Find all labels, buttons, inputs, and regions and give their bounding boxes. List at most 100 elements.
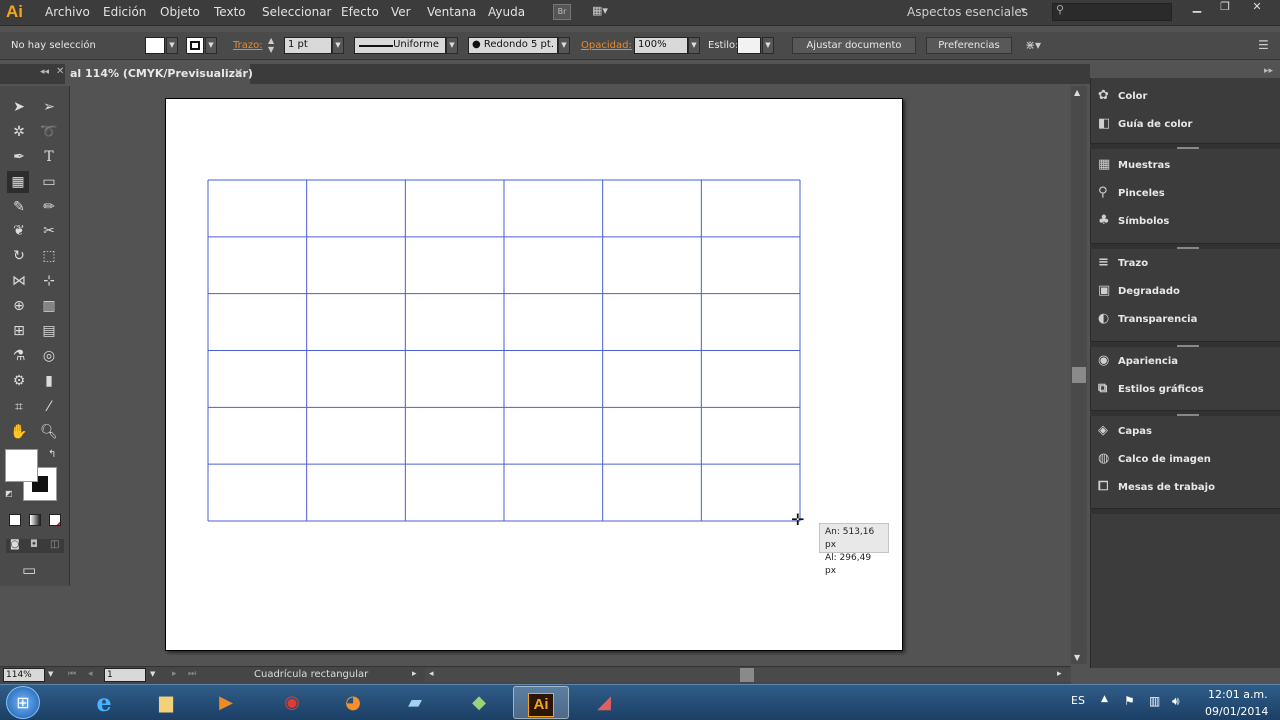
expand-panels-icon[interactable]: ▸▸ — [1264, 66, 1273, 76]
panel-grip-icon[interactable] — [1177, 147, 1199, 149]
menu-efecto[interactable]: Efecto — [341, 5, 379, 19]
last-artboard-icon[interactable]: ⏭ — [188, 669, 196, 679]
arrange-documents-icon[interactable]: ▦▾ — [592, 4, 620, 20]
direct-selection-tool-icon[interactable]: ➢ — [38, 96, 60, 118]
fill-swatch[interactable] — [145, 37, 165, 54]
panel-menu-icon[interactable]: ☰ — [1258, 38, 1269, 52]
chevron-down-icon[interactable]: ▾ — [1021, 6, 1026, 16]
stroke-weight-field[interactable]: 1 pt — [284, 37, 332, 54]
color-mode-icon[interactable] — [9, 514, 21, 526]
menu-texto[interactable]: Texto — [214, 5, 246, 19]
align-options-icon[interactable]: ⋇▾ — [1025, 38, 1041, 52]
opacity-dropdown-icon[interactable]: ▼ — [688, 37, 700, 54]
horizontal-scroll-thumb[interactable] — [740, 668, 754, 682]
network-icon[interactable]: ▥ — [1149, 694, 1160, 708]
opacity-label[interactable]: Opacidad: — [581, 40, 632, 51]
style-dropdown-icon[interactable]: ▼ — [762, 37, 774, 54]
brush-dropdown-icon[interactable]: ▼ — [558, 37, 570, 54]
media-player-icon[interactable]: ▶ — [198, 686, 254, 719]
panel-graphic-styles[interactable]: ⧉ Estilos gráficos — [1098, 381, 1278, 403]
panel-color-guide[interactable]: ◧ Guía de color — [1098, 116, 1278, 138]
rectangle-tool-icon[interactable]: ▭ — [38, 171, 60, 193]
scroll-up-icon[interactable]: ▲ — [1074, 88, 1080, 97]
previous-artboard-icon[interactable]: ◂ — [88, 669, 93, 679]
panel-color[interactable]: ✿ Color — [1098, 88, 1278, 110]
slice-tool-icon[interactable]: ⁄ — [38, 396, 60, 418]
zoom-dropdown-icon[interactable]: ▼ — [48, 670, 53, 678]
width-tool-icon[interactable]: ⋈ — [8, 270, 30, 292]
fill-color-box-front[interactable] — [5, 449, 38, 482]
artboard-number-field[interactable]: 1 — [104, 668, 146, 682]
shape-builder-tool-icon[interactable]: ⊕ — [8, 295, 30, 317]
stroke-profile-dropdown-icon[interactable]: ▼ — [446, 37, 458, 54]
scroll-right-icon[interactable]: ▸ — [1057, 669, 1062, 679]
volume-icon[interactable]: 🔊︎ — [1172, 694, 1180, 709]
artboard[interactable] — [165, 98, 903, 651]
collapse-panel-icon[interactable]: ◂◂ — [40, 67, 49, 77]
none-mode-icon[interactable] — [49, 514, 61, 526]
default-colors-icon[interactable]: ◩ — [5, 489, 13, 498]
menu-ver[interactable]: Ver — [391, 5, 411, 19]
panel-grip-icon[interactable] — [1177, 247, 1199, 249]
menu-seleccionar[interactable]: Seleccionar — [262, 5, 331, 19]
mesh-tool-icon[interactable]: ⊞ — [8, 320, 30, 342]
search-input[interactable] — [1052, 3, 1172, 21]
minimize-icon[interactable]: ▁ — [1183, 0, 1211, 14]
panel-grip-icon[interactable] — [1177, 414, 1199, 416]
action-center-icon[interactable]: ⚑ — [1124, 694, 1135, 708]
pencil-tool-icon[interactable]: ✏ — [38, 196, 60, 218]
draw-behind-icon[interactable]: ◘ — [30, 539, 38, 550]
firefox-icon[interactable]: ◕ — [325, 686, 381, 719]
panel-grip-icon[interactable] — [1177, 345, 1199, 347]
scroll-down-icon[interactable]: ▼ — [1074, 653, 1080, 662]
eyedropper-tool-icon[interactable]: ⚗ — [8, 345, 30, 367]
camtasia-icon[interactable]: ◆ — [451, 686, 507, 719]
free-transform-tool-icon[interactable]: ⊹ — [38, 270, 60, 292]
stroke-profile-select[interactable]: Uniforme — [354, 37, 446, 54]
panel-transparency[interactable]: ◐ Transparencia — [1098, 311, 1278, 333]
stroke-dropdown-icon[interactable]: ▼ — [205, 37, 217, 54]
selection-tool-icon[interactable]: ➤ — [8, 96, 30, 118]
zoom-tool-icon[interactable]: 🔍︎ — [38, 421, 60, 443]
stroke-swatch[interactable] — [186, 37, 204, 54]
symbol-sprayer-tool-icon[interactable]: ⚙ — [8, 370, 30, 392]
magic-wand-tool-icon[interactable]: ✲ — [8, 121, 30, 143]
file-explorer-icon[interactable]: ▆ — [138, 686, 194, 719]
draw-normal-icon[interactable]: ◙ — [10, 539, 20, 550]
panel-layers[interactable]: ◈ Capas — [1098, 423, 1278, 445]
stroke-weight-dropdown-icon[interactable]: ▼ — [332, 37, 344, 54]
recorder-icon[interactable]: ◢ — [576, 686, 632, 719]
zoom-field[interactable]: 114% — [3, 668, 45, 682]
panel-swatches[interactable]: ▦ Muestras — [1098, 157, 1278, 179]
stroke-label[interactable]: Trazo: — [233, 40, 263, 51]
hand-tool-icon[interactable]: ✋ — [8, 421, 30, 443]
menu-edicion[interactable]: Edición — [103, 5, 146, 19]
show-hidden-icons-icon[interactable]: ▲ — [1101, 694, 1108, 704]
menu-objeto[interactable]: Objeto — [160, 5, 200, 19]
panel-artboards[interactable]: ⧠ Mesas de trabajo — [1098, 479, 1278, 501]
opacity-field[interactable]: 100% — [634, 37, 688, 54]
adjust-document-button[interactable]: Ajustar documento — [792, 37, 916, 54]
close-icon[interactable]: ✕ — [1243, 0, 1271, 14]
draw-inside-icon[interactable]: ◫ — [50, 539, 59, 550]
panel-gradient[interactable]: ▣ Degradado — [1098, 283, 1278, 305]
panel-image-trace[interactable]: ◍ Calco de imagen — [1098, 451, 1278, 473]
preferences-button[interactable]: Preferencias — [926, 37, 1012, 54]
next-artboard-icon[interactable]: ▸ — [172, 669, 177, 679]
menu-ayuda[interactable]: Ayuda — [488, 5, 525, 19]
artboard-dropdown-icon[interactable]: ▼ — [150, 670, 155, 678]
swap-colors-icon[interactable]: ↰ — [48, 449, 56, 460]
brush-select[interactable]: ● Redondo 5 pt. — [468, 37, 558, 54]
restore-icon[interactable]: ❐ — [1211, 0, 1239, 14]
scissors-tool-icon[interactable]: ✂ — [38, 220, 60, 242]
stepper-icon[interactable]: ▲ ▼ — [268, 36, 274, 54]
close-tools-icon[interactable]: ✕ — [56, 66, 64, 77]
fill-dropdown-icon[interactable]: ▼ — [166, 37, 178, 54]
blob-brush-tool-icon[interactable]: ❦ — [8, 220, 30, 242]
type-tool-icon[interactable]: T — [38, 146, 60, 168]
rotate-tool-icon[interactable]: ↻ — [8, 245, 30, 267]
notes-app-icon[interactable]: ▰ — [387, 686, 443, 719]
clock-time[interactable]: 12:01 a.m. — [1208, 688, 1268, 701]
menu-ventana[interactable]: Ventana — [427, 5, 476, 19]
rectangular-grid-tool-icon[interactable]: ▦ — [7, 171, 29, 193]
